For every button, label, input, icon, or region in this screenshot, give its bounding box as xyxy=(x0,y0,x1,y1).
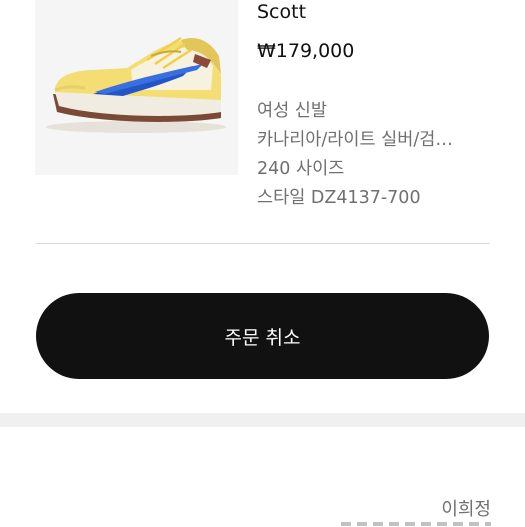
sneaker-icon xyxy=(46,36,226,133)
product-size: 240 사이즈 xyxy=(257,159,345,179)
cancel-order-button[interactable]: 주문 취소 xyxy=(36,293,489,379)
product-price: ₩179,000 xyxy=(257,40,355,62)
product-name: Scott xyxy=(257,1,307,23)
product-color: 카나리아/라이트 실버/검… xyxy=(257,130,453,150)
product-style: 스타일 DZ4137-700 xyxy=(257,188,421,208)
section-separator xyxy=(0,413,525,427)
recipient-name: 이희정 xyxy=(441,499,491,520)
product-gender: 여성 신발 xyxy=(257,101,327,121)
divider xyxy=(35,243,490,244)
cut-off-text xyxy=(341,521,491,527)
product-image[interactable] xyxy=(35,0,238,175)
